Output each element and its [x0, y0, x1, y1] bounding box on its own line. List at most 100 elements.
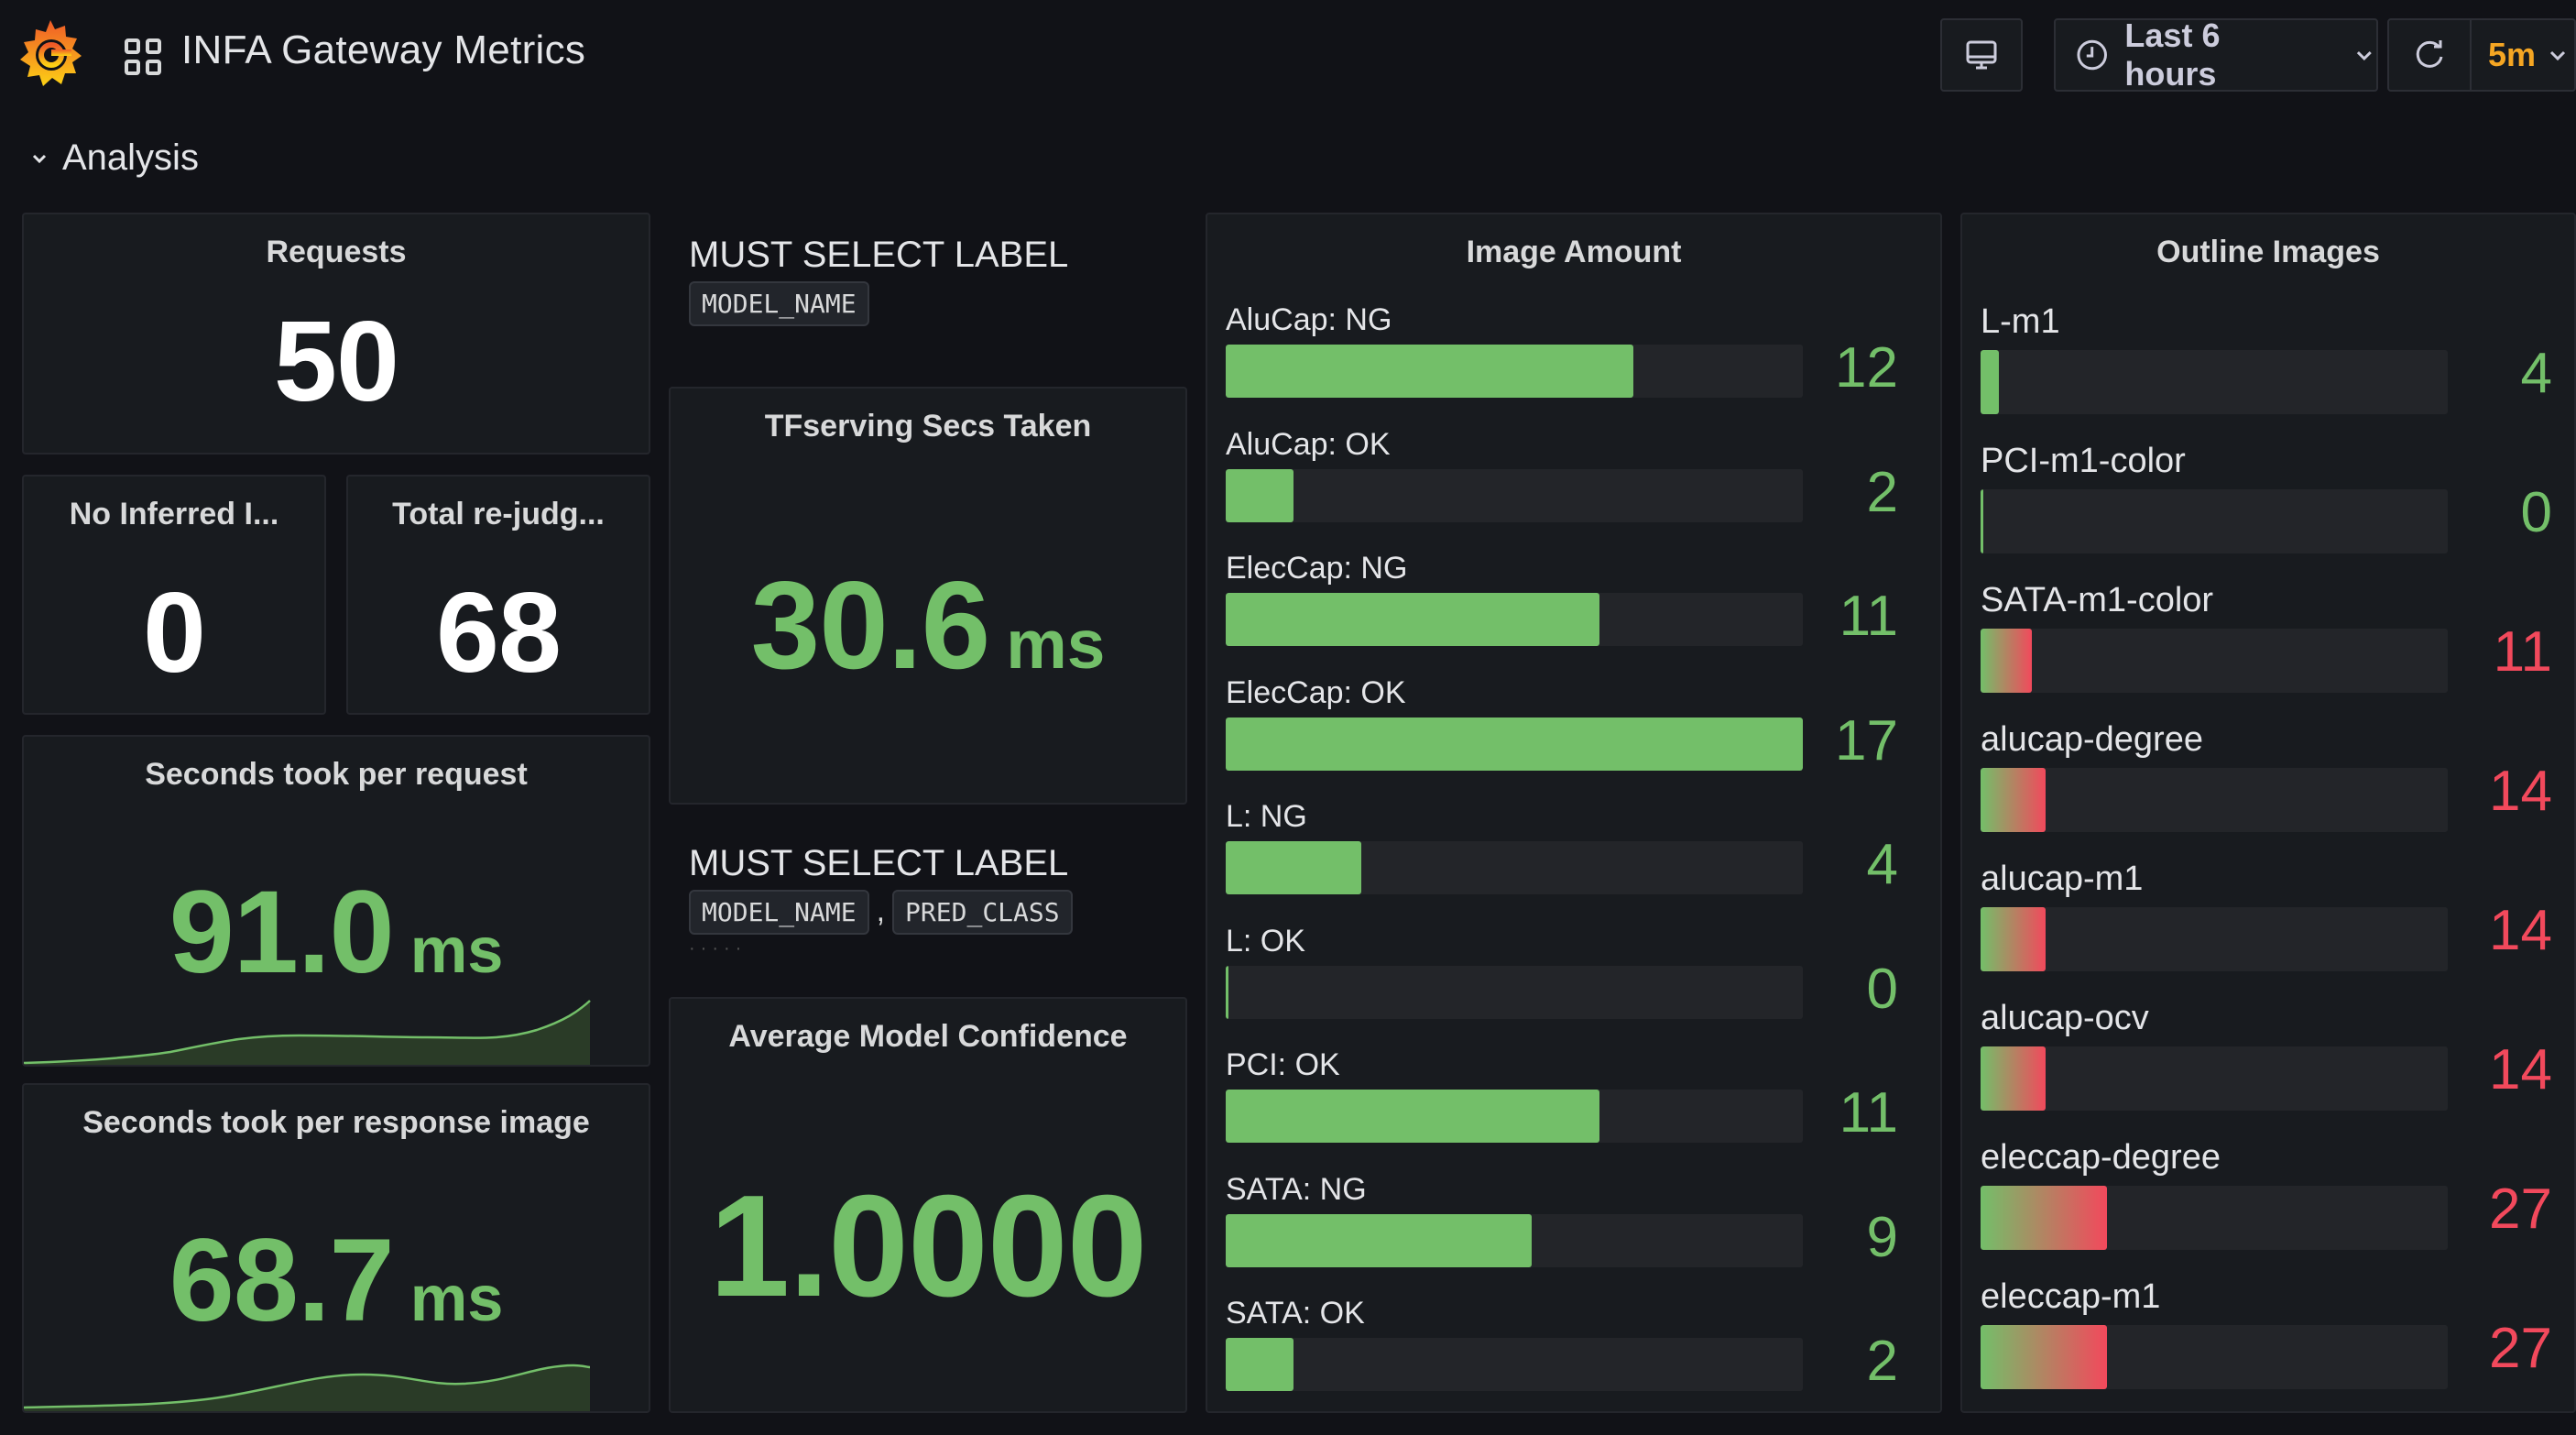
bar-gauge-row: alucap-degree 14	[1981, 720, 2556, 860]
bar-gauge-fill	[1981, 629, 2033, 693]
bar-gauge-label: SATA: NG	[1226, 1171, 1367, 1207]
bar-gauge-fill	[1226, 965, 1228, 1019]
stat-value: 68	[436, 570, 562, 696]
bar-gauge-value: 17	[1835, 708, 1898, 772]
bar-gauge-value: 27	[2489, 1178, 2552, 1241]
bar-gauge-value: 14	[2489, 1038, 2552, 1101]
bar-gauge-label: AluCap: OK	[1226, 426, 1391, 462]
bar-gauge-label: L-m1	[1981, 302, 2060, 341]
panel-outline-images[interactable]: Outline Images L-m1 4 PCI-m1-color 0 SATA-m1…	[1960, 213, 2576, 1413]
bar-gauge-row: eleccap-degree 27	[1981, 1138, 2556, 1277]
stat-value: 68.7 ms	[169, 1215, 504, 1346]
panel-title: No Inferred I...	[69, 497, 279, 531]
bar-gauge-value: 2	[1866, 460, 1898, 524]
label-separator: ,	[876, 893, 886, 928]
panel-heading: MUST SELECT LABEL	[689, 235, 1069, 275]
bar-gauge-track	[1226, 841, 1803, 894]
bar-gauge-track	[1981, 1325, 2448, 1389]
panel-no-inferred[interactable]: No Inferred I... 0	[22, 475, 326, 715]
bar-gauge-fill	[1226, 1213, 1532, 1267]
bar-gauge-row: L: NG 4	[1226, 799, 1922, 924]
bar-gauge-value: 12	[1835, 336, 1898, 400]
bar-gauge-row: SATA: OK 2	[1226, 1296, 1922, 1411]
panel-title: Total re-judg...	[392, 497, 605, 531]
bar-gauge-value: 0	[2520, 481, 2552, 544]
panel-title: Average Model Confidence	[728, 1019, 1128, 1054]
bar-gauge-track	[1981, 768, 2448, 832]
bar-gauge-fill	[1226, 717, 1803, 771]
bar-gauge-row: L: OK 0	[1226, 924, 1922, 1048]
chevron-down-icon	[2549, 50, 2566, 61]
bar-gauge-value: 27	[2489, 1317, 2552, 1380]
bar-gauge-track	[1981, 350, 2448, 414]
refresh-button[interactable]	[2389, 20, 2472, 90]
stat-value: 91.0 ms	[169, 867, 504, 998]
stat-value: 50	[274, 299, 399, 425]
clock-icon	[2077, 39, 2107, 71]
panel-tfserving-secs[interactable]: TFserving Secs Taken 30.6 ms	[669, 387, 1187, 805]
stat-value: 1.0000	[709, 1166, 1147, 1327]
dashboard-title[interactable]: INFA Gateway Metrics	[181, 27, 585, 73]
bar-gauge-fill	[1981, 1186, 2107, 1250]
bar-gauge-row: PCI: OK 11	[1226, 1047, 1922, 1172]
bar-gauge-label: SATA: OK	[1226, 1296, 1365, 1331]
bar-gauge-value: 4	[1866, 833, 1898, 896]
grafana-logo-icon[interactable]	[15, 15, 86, 92]
stat-value: 30.6 ms	[750, 555, 1106, 695]
bar-gauge-value: 11	[2493, 620, 2552, 684]
bar-gauge-track	[1981, 1186, 2448, 1250]
bar-gauge-value: 11	[1839, 585, 1898, 648]
bar-gauge-label: L: OK	[1226, 923, 1305, 958]
bar-gauge-label: SATA-m1-color	[1981, 581, 2214, 619]
panel-title: TFserving Secs Taken	[764, 409, 1092, 444]
bar-gauge-fill	[1981, 768, 2047, 832]
refresh-interval-picker[interactable]: 5m	[2472, 36, 2569, 74]
row-title: Analysis	[62, 137, 199, 178]
time-range-picker[interactable]: Last 6 hours	[2054, 16, 2378, 93]
panel-title: Image Amount	[1466, 235, 1682, 269]
panel-requests[interactable]: Requests 50	[22, 213, 650, 455]
bar-gauge-fill	[1981, 907, 2047, 971]
bar-gauge-label: PCI-m1-color	[1981, 442, 2186, 480]
panel-secs-per-request[interactable]: Seconds took per request 91.0 ms	[22, 735, 650, 1067]
bar-gauge-label: alucap-m1	[1981, 860, 2144, 898]
bar-gauge-label: AluCap: NG	[1226, 302, 1392, 337]
tv-mode-button[interactable]	[1940, 18, 2023, 92]
panel-image-amount[interactable]: Image Amount AluCap: NG 12 AluCap: OK 2 Elec…	[1206, 213, 1942, 1413]
bar-gauge-track	[1226, 593, 1803, 646]
bar-gauge-track	[1226, 717, 1803, 771]
bar-gauge-label: ElecCap: OK	[1226, 674, 1406, 710]
bar-gauge-fill	[1981, 350, 2000, 414]
bar-gauge-fill	[1981, 1046, 2047, 1111]
panel-title: Seconds took per request	[145, 757, 528, 792]
row-analysis[interactable]: Analysis	[27, 137, 199, 179]
dashboard-grid-icon[interactable]	[125, 38, 161, 75]
bar-gauge-label: alucap-degree	[1981, 720, 2203, 759]
bar-gauge-track	[1226, 1338, 1803, 1391]
stat-value: 0	[143, 570, 206, 696]
bar-gauge-label: ElecCap: NG	[1226, 551, 1408, 586]
bar-gauge-value: 14	[2489, 760, 2552, 823]
panel-must-select-label-2: MUST SELECT LABEL MODEL_NAME, PRED_CLASS …	[689, 843, 1073, 959]
refresh-control: 5m	[2387, 18, 2576, 92]
bar-gauge-fill	[1226, 1338, 1294, 1391]
bar-gauge-track	[1226, 1090, 1803, 1143]
bar-gauge-value: 9	[1866, 1205, 1898, 1269]
panel-secs-per-image[interactable]: Seconds took per response image 68.7 ms	[22, 1083, 650, 1413]
bar-gauge-value: 14	[2489, 899, 2552, 962]
bar-gauge-fill	[1226, 345, 1633, 398]
bar-gauge-row: SATA: NG 9	[1226, 1172, 1922, 1297]
panel-avg-model-confidence[interactable]: Average Model Confidence 1.0000	[669, 997, 1187, 1413]
bar-gauge-value: 4	[2520, 342, 2552, 405]
bar-gauge-row: PCI-m1-color 0	[1981, 442, 2556, 581]
panel-must-select-label-1: MUST SELECT LABEL MODEL_NAME	[689, 235, 1068, 326]
bar-gauge-value: 0	[1866, 957, 1898, 1021]
panel-total-rejudge[interactable]: Total re-judg... 68	[346, 475, 650, 715]
bar-gauge-track	[1981, 489, 2448, 553]
bar-gauge-label: PCI: OK	[1226, 1047, 1340, 1082]
refresh-icon	[2416, 40, 2443, 68]
bar-gauge-fill	[1226, 1090, 1599, 1143]
bar-gauge-track	[1226, 468, 1803, 522]
bar-gauge-track	[1981, 1046, 2448, 1111]
bar-gauge-fill	[1981, 1325, 2107, 1389]
